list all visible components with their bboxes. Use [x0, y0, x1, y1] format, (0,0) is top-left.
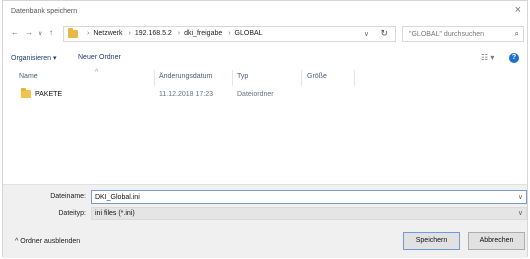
- chevron-down-icon[interactable]: ∨: [38, 29, 42, 39]
- column-divider[interactable]: [232, 70, 233, 86]
- column-divider[interactable]: [301, 70, 302, 86]
- column-name[interactable]: Name: [19, 73, 38, 80]
- list-item[interactable]: PAKETE 11.12.2018 17:23 Dateiordner: [3, 87, 527, 103]
- filetype-value: ini files (*.ini): [95, 210, 135, 217]
- breadcrumb-netzwerk[interactable]: Netzwerk: [93, 30, 122, 37]
- search-icon: ⌕: [514, 29, 519, 38]
- file-type: Dateiordner: [237, 91, 274, 98]
- address-dropdown-icon[interactable]: ∨: [364, 30, 369, 38]
- column-divider[interactable]: [154, 70, 155, 86]
- breadcrumb-share[interactable]: dki_freigabe: [184, 30, 222, 37]
- new-folder-button[interactable]: Neuer Ordner: [78, 54, 121, 61]
- sort-indicator-icon: ^: [95, 69, 99, 76]
- help-icon[interactable]: ?: [509, 53, 519, 63]
- search-placeholder: "GLOBAL" durchsuchen: [409, 31, 485, 38]
- filetype-select[interactable]: ini files (*.ini) ∨: [91, 207, 527, 220]
- close-icon[interactable]: ×: [515, 5, 521, 16]
- chevron-down-icon[interactable]: ∨: [518, 209, 523, 217]
- breadcrumb-global[interactable]: GLOBAL: [235, 30, 263, 37]
- hide-folders-label: Ordner ausblenden: [20, 238, 81, 245]
- save-dialog: Datenbank speichern × ← → ∨ ↑ › Netzwerk …: [2, 0, 528, 258]
- breadcrumb-ip[interactable]: 192.168.5.2: [135, 30, 172, 37]
- search-input[interactable]: "GLOBAL" durchsuchen ⌕: [402, 26, 524, 42]
- filename-label: Dateiname:: [50, 193, 86, 200]
- folder-icon: [68, 28, 78, 38]
- cancel-button[interactable]: Abbrechen: [468, 232, 525, 250]
- save-form: Dateiname: DKI_Global.ini ∨ Dateityp: in…: [3, 184, 527, 258]
- title-bar: Datenbank speichern ×: [3, 1, 527, 21]
- column-size[interactable]: Größe: [307, 73, 327, 80]
- toolbar: Organisieren ▾ Neuer Ordner ☷ ▾ ?: [3, 49, 527, 67]
- save-button[interactable]: Speichern: [403, 232, 460, 250]
- address-row: ← → ∨ ↑ › Netzwerk › 192.168.5.2 › dki_frei…: [3, 23, 527, 45]
- forward-icon[interactable]: →: [25, 28, 33, 38]
- window-title: Datenbank speichern: [11, 8, 78, 15]
- organize-button[interactable]: Organisieren ▾: [11, 54, 57, 62]
- column-modified[interactable]: Änderungsdatum: [159, 73, 212, 80]
- column-headers: ^ Name Änderungsdatum Typ Größe: [3, 69, 527, 86]
- file-modified: 11.12.2018 17:23: [159, 91, 213, 98]
- refresh-icon[interactable]: ↻: [380, 28, 388, 39]
- column-type[interactable]: Typ: [237, 73, 248, 80]
- address-bar[interactable]: › Netzwerk › 192.168.5.2 › dki_freigabe › GL…: [63, 26, 396, 42]
- filename-value: DKI_Global.ini: [95, 194, 140, 201]
- chevron-up-icon: ^: [15, 238, 19, 245]
- view-options-icon[interactable]: ☷ ▾: [481, 53, 494, 62]
- column-divider[interactable]: [354, 70, 355, 86]
- filename-field[interactable]: DKI_Global.ini ∨: [91, 190, 527, 204]
- back-icon[interactable]: ←: [11, 28, 19, 38]
- filetype-label: Dateityp:: [58, 210, 86, 217]
- file-name: PAKETE: [35, 91, 63, 98]
- folder-icon: [21, 88, 31, 98]
- breadcrumb: › Netzwerk › 192.168.5.2 › dki_freigabe › GL…: [87, 30, 263, 37]
- chevron-down-icon[interactable]: ∨: [518, 193, 523, 201]
- file-list: PAKETE 11.12.2018 17:23 Dateiordner: [3, 87, 527, 182]
- up-icon[interactable]: ↑: [49, 28, 53, 38]
- hide-folders-toggle[interactable]: ^ Ordner ausblenden: [15, 238, 80, 245]
